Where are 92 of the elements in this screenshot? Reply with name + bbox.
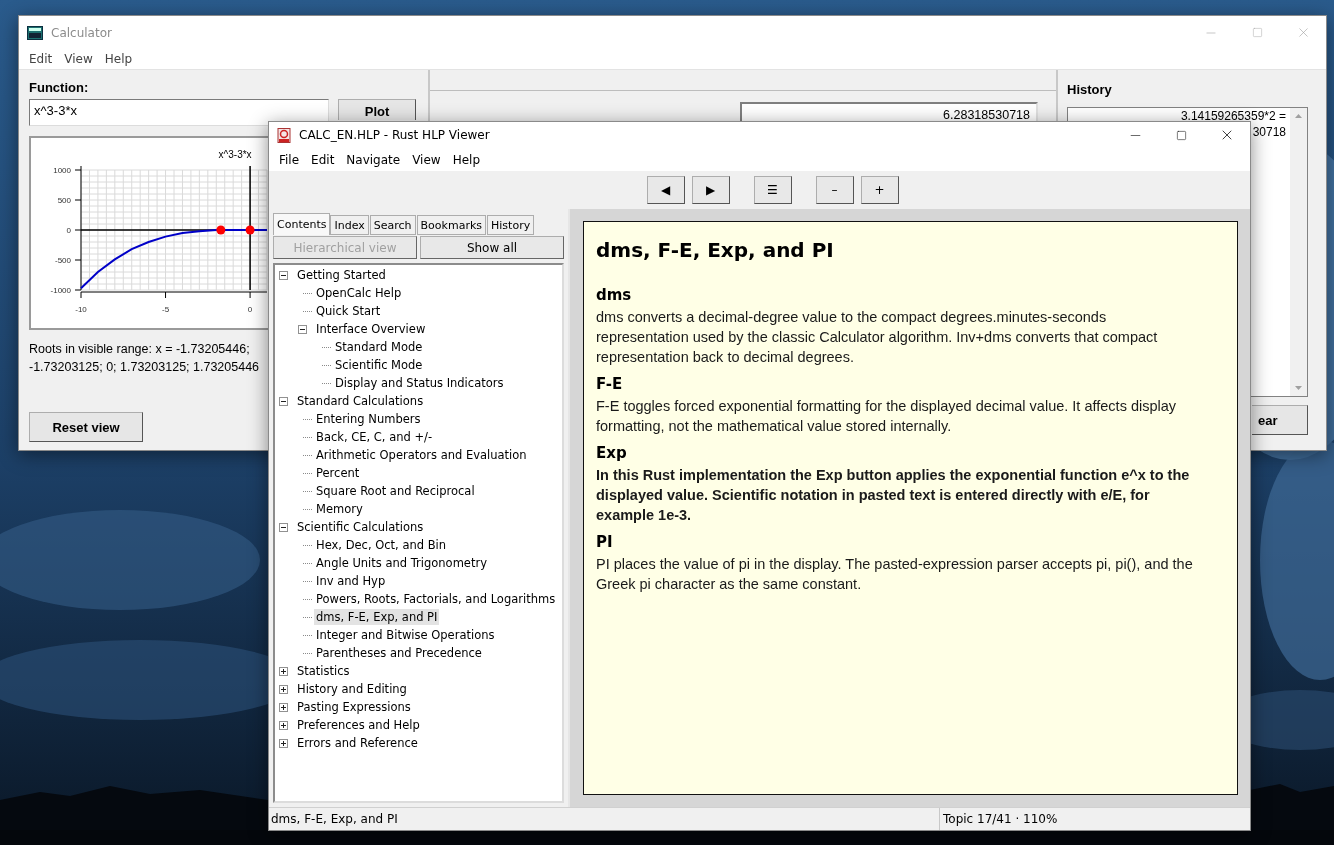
tree-item[interactable]: Inv and Hyp	[314, 573, 388, 589]
tree-item[interactable]: Hex, Dec, Oct, and Bin	[314, 537, 449, 553]
menu-item[interactable]: View	[406, 152, 447, 167]
chart-title: x^3-3*x	[218, 149, 252, 160]
menu-item[interactable]: File	[273, 152, 306, 167]
menu-item[interactable]: Help	[98, 52, 139, 66]
axis-tick-label: -10	[75, 305, 87, 314]
tree-item[interactable]: Errors and Reference	[295, 735, 420, 751]
topic-title: dms, F-E, Exp, and PI	[596, 238, 835, 262]
window-title: Calculator	[51, 25, 113, 40]
tree-item[interactable]: Pasting Expressions	[295, 699, 413, 715]
status-topic: dms, F-E, Exp, and PI	[270, 811, 399, 828]
plot-button[interactable]: Plot	[338, 99, 416, 120]
expand-icon[interactable]	[279, 666, 288, 676]
status-position: Topic 17/41 · 110%	[939, 808, 1250, 830]
window-title: CALC_EN.HLP - Rust HLP Viewer	[299, 128, 491, 142]
toolbar-button[interactable]: ☰	[753, 176, 792, 204]
axis-tick-label: 500	[57, 196, 71, 205]
axis-tick-label: -5	[162, 305, 170, 314]
tree-item[interactable]: Memory	[314, 501, 365, 517]
tree-item[interactable]: Square Root and Reciprocal	[314, 483, 477, 499]
tree-item[interactable]: Back, CE, C, and +/-	[314, 429, 435, 445]
function-label: Function:	[29, 80, 90, 95]
expand-icon[interactable]	[279, 720, 288, 730]
menu-item[interactable]: Edit	[305, 152, 341, 167]
tree-item[interactable]: Scientific Calculations	[295, 519, 426, 535]
tree-item[interactable]: Standard Mode	[333, 339, 425, 355]
expand-icon[interactable]	[279, 702, 288, 712]
toolbar-button[interactable]: +	[860, 176, 899, 204]
view-button[interactable]: Show all	[420, 236, 564, 259]
history-title: History	[1067, 82, 1113, 97]
tree-item[interactable]: Quick Start	[314, 303, 383, 319]
root-marker	[245, 225, 255, 235]
tree-item[interactable]: Preferences and Help	[295, 717, 422, 733]
tree-item[interactable]: Parentheses and Precedence	[314, 645, 484, 661]
axis-tick-label: 0	[66, 226, 71, 235]
tree-item[interactable]: Integer and Bitwise Operations	[314, 627, 497, 643]
root-marker	[216, 225, 226, 235]
clear-button[interactable]: ear	[1252, 405, 1308, 435]
collapse-icon[interactable]	[279, 270, 288, 280]
section-text: dms converts a decimal-degree value to the compact degrees.minutes-seconds representation used by the classic Calculator algorithm. Inv+dms converts that compact representation back to decimal degrees.	[596, 308, 1159, 367]
tree-item[interactable]: History and Editing	[295, 681, 409, 697]
function-field[interactable]: x^3-3*x	[29, 99, 329, 126]
roots-text: Roots in visible range: x = -1.73205446; -1.73203125; 0; 1.73203125; 1.73205446	[29, 341, 261, 376]
section-heading: F-E	[596, 375, 624, 393]
menu-item[interactable]: View	[58, 52, 99, 66]
tree-item[interactable]: Standard Calculations	[295, 393, 426, 409]
tree-item[interactable]: OpenCalc Help	[314, 285, 404, 301]
tree-item[interactable]: Percent	[314, 465, 362, 481]
tree-item[interactable]: Arithmetic Operators and Evaluation	[314, 447, 529, 463]
tab[interactable]: Index	[330, 215, 369, 235]
expand-icon[interactable]	[279, 738, 288, 748]
collapse-icon[interactable]	[298, 324, 307, 334]
menu-item[interactable]: Navigate	[340, 152, 407, 167]
collapse-icon[interactable]	[279, 522, 288, 532]
calculator-icon	[27, 25, 43, 40]
tree-item[interactable]: Interface Overview	[314, 321, 428, 337]
maximize-icon[interactable]	[1175, 129, 1187, 141]
tree-item[interactable]: Entering Numbers	[314, 411, 423, 427]
section-heading: Exp	[596, 444, 628, 462]
expand-icon[interactable]	[279, 684, 288, 694]
toolbar-button[interactable]: ▶	[691, 176, 730, 204]
tab[interactable]: Bookmarks	[416, 215, 487, 235]
menu-item[interactable]: Edit	[23, 52, 59, 66]
history-entry[interactable]: 30718	[1252, 124, 1286, 140]
axis-tick-label: -1000	[50, 286, 71, 295]
tree-item[interactable]: Scientific Mode	[333, 357, 425, 373]
tree-item[interactable]: Powers, Roots, Factorials, and Logarithms	[314, 591, 558, 607]
section-text: F-E toggles forced exponential formatting for the displayed decimal value. It affects display formatting, not the mathematical value stored internally.	[596, 397, 1178, 436]
toolbar-button[interactable]: –	[815, 176, 854, 204]
section-text: In this Rust implementation the Exp button applies the exponential function e^x to the displayed value. Scientific notation in pasted text is entered directly with e/E, for example 1e-3.	[596, 466, 1191, 525]
tree-item[interactable]: Statistics	[295, 663, 352, 679]
reset-view-button[interactable]: Reset view	[29, 412, 143, 442]
axis-tick-label: 0	[247, 305, 253, 314]
axis-tick-label: -500	[55, 256, 71, 265]
collapse-icon[interactable]	[279, 396, 288, 406]
scrollbar[interactable]	[1290, 108, 1307, 396]
tab[interactable]: History	[487, 215, 535, 235]
section-text: PI places the value of pi in the display. The pasted-expression parser accepts pi, pi(), and the Greek pi character as the same constant.	[596, 555, 1194, 594]
history-entry[interactable]: 3.14159265359*2 =	[1180, 108, 1286, 124]
tree-item[interactable]: Getting Started	[295, 267, 388, 283]
section-heading: PI	[596, 533, 614, 551]
tab[interactable]: Search	[369, 215, 416, 235]
section-heading: dms	[596, 286, 633, 304]
tree-item[interactable]: dms, F-E, Exp, and PI	[314, 609, 440, 625]
menu-item[interactable]: Help	[446, 152, 486, 167]
help-file-icon	[277, 127, 291, 143]
tab[interactable]: Contents	[273, 213, 331, 235]
toolbar-button[interactable]: ◀	[646, 176, 685, 204]
tree-item[interactable]: Display and Status Indicators	[333, 375, 506, 391]
tree-item[interactable]: Angle Units and Trigonometry	[314, 555, 489, 571]
axis-tick-label: 1000	[53, 166, 71, 175]
